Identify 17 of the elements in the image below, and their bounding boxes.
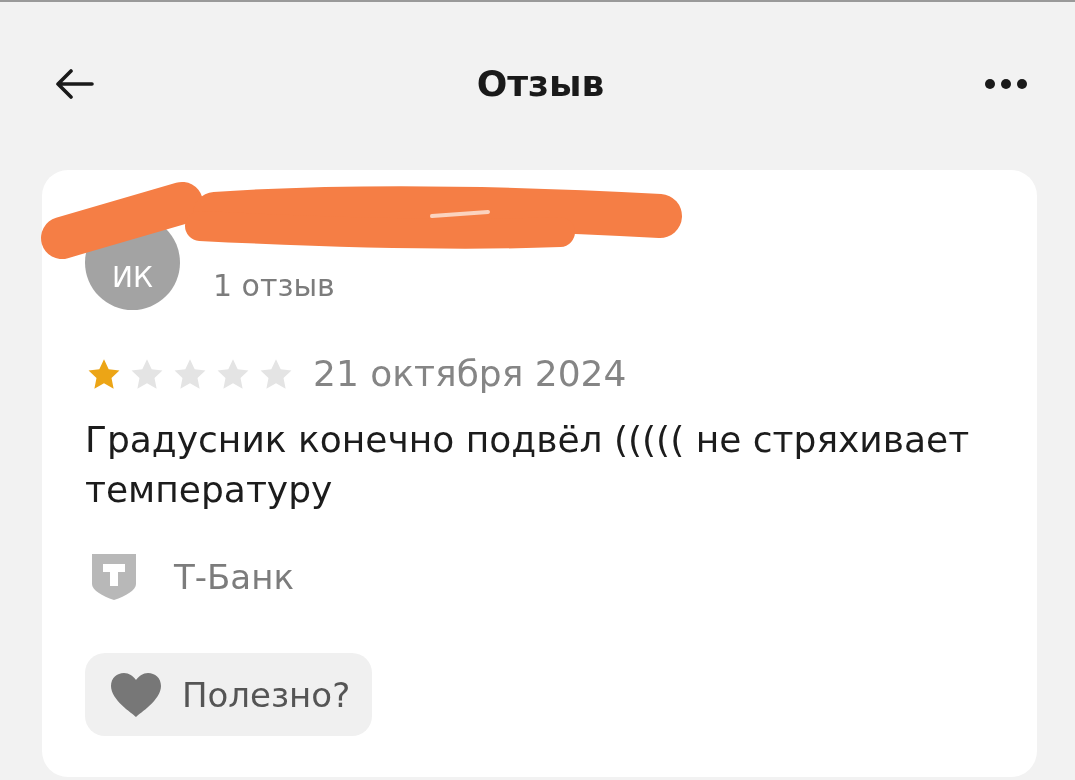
page-title: Отзыв — [476, 63, 605, 105]
heart-icon — [110, 671, 162, 718]
review-date: 21 октября 2024 — [313, 354, 627, 394]
review-count: 1 отзыв — [213, 268, 335, 304]
star-icon — [130, 357, 164, 391]
review-source: Т-Банк — [174, 557, 294, 597]
more-icon — [985, 79, 1027, 89]
back-arrow-icon — [54, 69, 94, 99]
shield-icon — [91, 553, 137, 601]
star-icon — [87, 357, 121, 391]
star-icon — [216, 357, 250, 391]
review-text: Градусник конечно подвёл ((((( не стряхивает температуру — [85, 418, 971, 512]
star-icon — [173, 357, 207, 391]
avatar-initials: ИК — [112, 262, 153, 294]
helpful-button[interactable]: Полезно? — [85, 653, 373, 736]
star-icon — [259, 357, 293, 391]
more-button[interactable] — [983, 77, 1029, 91]
